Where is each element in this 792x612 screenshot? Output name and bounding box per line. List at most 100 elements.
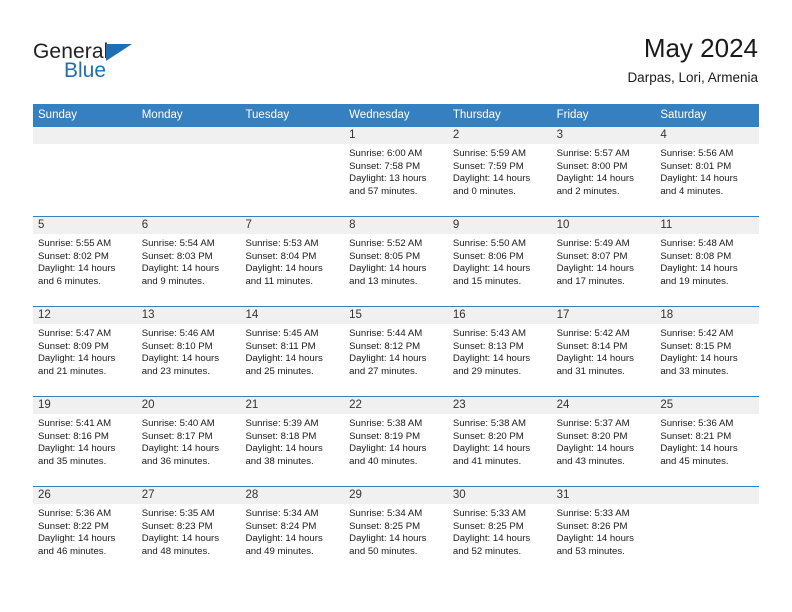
day-cell[interactable]: 26 Sunrise: 5:36 AM Sunset: 8:22 PM Dayl… xyxy=(33,487,137,576)
daylight-text-line1: Daylight: 14 hours xyxy=(556,443,634,455)
day-number: 30 xyxy=(447,487,552,504)
sunrise-text: Sunrise: 5:43 AM xyxy=(452,328,526,339)
week-row: 12 Sunrise: 5:47 AM Sunset: 8:09 PM Dayl… xyxy=(33,306,760,396)
sunset-text: Sunset: 8:19 PM xyxy=(349,430,421,442)
day-cell[interactable]: 9 Sunrise: 5:50 AM Sunset: 8:06 PM Dayli… xyxy=(447,217,552,306)
day-details: Sunrise: 5:42 AM Sunset: 8:14 PM Dayligh… xyxy=(552,324,656,378)
sunset-text: Sunset: 8:25 PM xyxy=(452,520,524,532)
sunset-text: Sunset: 8:05 PM xyxy=(349,250,421,262)
day-cell[interactable]: 21 Sunrise: 5:39 AM Sunset: 8:18 PM Dayl… xyxy=(240,397,345,486)
daylight-text-line1: Daylight: 14 hours xyxy=(349,353,427,365)
day-cell[interactable]: 13 Sunrise: 5:46 AM Sunset: 8:10 PM Dayl… xyxy=(136,307,241,396)
daylight-text-line1: Daylight: 14 hours xyxy=(556,263,634,275)
day-cell[interactable]: 20 Sunrise: 5:40 AM Sunset: 8:17 PM Dayl… xyxy=(136,397,241,486)
daylight-text-line1: Daylight: 14 hours xyxy=(660,443,738,455)
daylight-text-line1: Daylight: 14 hours xyxy=(452,443,531,455)
day-cell[interactable]: 18 Sunrise: 5:42 AM Sunset: 8:15 PM Dayl… xyxy=(655,307,760,396)
day-number: 15 xyxy=(344,307,448,324)
sunrise-text: Sunrise: 5:59 AM xyxy=(452,148,526,159)
day-details: Sunrise: 5:45 AM Sunset: 8:11 PM Dayligh… xyxy=(240,324,344,378)
day-cell[interactable] xyxy=(240,127,345,216)
daylight-text-line1: Daylight: 14 hours xyxy=(556,533,634,545)
day-cell[interactable]: 5 Sunrise: 5:55 AM Sunset: 8:02 PM Dayli… xyxy=(33,217,137,306)
day-cell[interactable]: 19 Sunrise: 5:41 AM Sunset: 8:16 PM Dayl… xyxy=(33,397,137,486)
day-number: 23 xyxy=(447,397,552,414)
day-cell[interactable]: 4 Sunrise: 5:56 AM Sunset: 8:01 PM Dayli… xyxy=(655,127,760,216)
weekday-header-monday: Monday xyxy=(141,109,183,121)
sunrise-text: Sunrise: 5:33 AM xyxy=(556,508,630,519)
day-details: Sunrise: 5:37 AM Sunset: 8:20 PM Dayligh… xyxy=(552,414,656,468)
day-cell[interactable]: 17 Sunrise: 5:42 AM Sunset: 8:14 PM Dayl… xyxy=(551,307,656,396)
day-cell[interactable] xyxy=(655,487,760,576)
day-details: Sunrise: 5:55 AM Sunset: 8:02 PM Dayligh… xyxy=(33,234,137,288)
day-cell[interactable]: 12 Sunrise: 5:47 AM Sunset: 8:09 PM Dayl… xyxy=(33,307,137,396)
sunrise-text: Sunrise: 5:36 AM xyxy=(38,508,112,519)
day-number xyxy=(655,487,760,504)
day-number: 13 xyxy=(136,307,241,324)
sunrise-text: Sunrise: 5:50 AM xyxy=(452,238,526,249)
day-cell[interactable]: 7 Sunrise: 5:53 AM Sunset: 8:04 PM Dayli… xyxy=(240,217,345,306)
daylight-text-line2: and 38 minutes. xyxy=(245,455,314,467)
title-block: May 2024 Darpas, Lori, Armenia xyxy=(627,33,758,87)
day-cell[interactable]: 6 Sunrise: 5:54 AM Sunset: 8:03 PM Dayli… xyxy=(136,217,241,306)
day-cell[interactable]: 11 Sunrise: 5:48 AM Sunset: 8:08 PM Dayl… xyxy=(655,217,760,306)
sunset-text: Sunset: 8:12 PM xyxy=(349,340,421,352)
page-header: General Blue May 2024 Darpas, Lori, Arme… xyxy=(0,0,792,104)
sunrise-text: Sunrise: 5:44 AM xyxy=(349,328,423,339)
sunset-text: Sunset: 8:24 PM xyxy=(245,520,317,532)
day-cell[interactable]: 8 Sunrise: 5:52 AM Sunset: 8:05 PM Dayli… xyxy=(344,217,448,306)
day-cell[interactable]: 27 Sunrise: 5:35 AM Sunset: 8:23 PM Dayl… xyxy=(136,487,241,576)
sunset-text: Sunset: 8:13 PM xyxy=(452,340,524,352)
day-cell[interactable]: 31 Sunrise: 5:33 AM Sunset: 8:26 PM Dayl… xyxy=(551,487,656,576)
day-details: Sunrise: 5:49 AM Sunset: 8:07 PM Dayligh… xyxy=(552,234,656,288)
daylight-text-line2: and 17 minutes. xyxy=(556,275,625,287)
day-cell[interactable]: 29 Sunrise: 5:34 AM Sunset: 8:25 PM Dayl… xyxy=(344,487,448,576)
weekday-header-sunday: Sunday xyxy=(38,109,78,121)
day-cell[interactable]: 3 Sunrise: 5:57 AM Sunset: 8:00 PM Dayli… xyxy=(551,127,656,216)
day-number: 27 xyxy=(136,487,241,504)
page-subtitle: Darpas, Lori, Armenia xyxy=(627,70,758,85)
day-details: Sunrise: 5:36 AM Sunset: 8:21 PM Dayligh… xyxy=(655,414,759,468)
daylight-text-line1: Daylight: 14 hours xyxy=(245,533,323,545)
daylight-text-line2: and 52 minutes. xyxy=(452,545,522,557)
day-cell[interactable]: 2 Sunrise: 5:59 AM Sunset: 7:59 PM Dayli… xyxy=(447,127,552,216)
calendar-grid: Sunday Monday Tuesday Wednesday Thursday… xyxy=(33,104,760,576)
day-cell[interactable] xyxy=(33,127,137,216)
day-cell[interactable]: 23 Sunrise: 5:38 AM Sunset: 8:20 PM Dayl… xyxy=(447,397,552,486)
day-cell[interactable]: 16 Sunrise: 5:43 AM Sunset: 8:13 PM Dayl… xyxy=(447,307,552,396)
sunset-text: Sunset: 8:10 PM xyxy=(141,340,213,352)
sunrise-text: Sunrise: 5:47 AM xyxy=(38,328,112,339)
daylight-text-line2: and 9 minutes. xyxy=(141,275,205,287)
day-cell[interactable]: 15 Sunrise: 5:44 AM Sunset: 8:12 PM Dayl… xyxy=(344,307,448,396)
sunset-text: Sunset: 8:14 PM xyxy=(556,340,628,352)
day-details: Sunrise: 5:56 AM Sunset: 8:01 PM Dayligh… xyxy=(655,144,759,198)
sunrise-text: Sunrise: 5:34 AM xyxy=(349,508,423,519)
day-details: Sunrise: 6:00 AM Sunset: 7:58 PM Dayligh… xyxy=(344,144,448,198)
day-details: Sunrise: 5:36 AM Sunset: 8:22 PM Dayligh… xyxy=(33,504,137,558)
day-number: 8 xyxy=(344,217,448,234)
sunrise-text: Sunrise: 6:00 AM xyxy=(349,148,423,159)
day-cell[interactable]: 25 Sunrise: 5:36 AM Sunset: 8:21 PM Dayl… xyxy=(655,397,760,486)
day-number: 3 xyxy=(551,127,656,144)
sunset-text: Sunset: 7:59 PM xyxy=(452,160,524,172)
weekday-header-friday: Friday xyxy=(556,109,589,121)
day-number: 22 xyxy=(344,397,448,414)
daylight-text-line2: and 35 minutes. xyxy=(38,455,107,467)
sunset-text: Sunset: 8:07 PM xyxy=(556,250,628,262)
day-cell[interactable]: 1 Sunrise: 6:00 AM Sunset: 7:58 PM Dayli… xyxy=(344,127,448,216)
daylight-text-line1: Daylight: 14 hours xyxy=(38,443,116,455)
daylight-text-line2: and 33 minutes. xyxy=(660,365,729,377)
sunrise-text: Sunrise: 5:56 AM xyxy=(660,148,734,159)
day-cell[interactable]: 28 Sunrise: 5:34 AM Sunset: 8:24 PM Dayl… xyxy=(240,487,345,576)
daylight-text-line2: and 43 minutes. xyxy=(556,455,625,467)
day-cell[interactable]: 30 Sunrise: 5:33 AM Sunset: 8:25 PM Dayl… xyxy=(447,487,552,576)
day-cell[interactable]: 14 Sunrise: 5:45 AM Sunset: 8:11 PM Dayl… xyxy=(240,307,345,396)
sunset-text: Sunset: 8:26 PM xyxy=(556,520,628,532)
calendar-page: General Blue May 2024 Darpas, Lori, Arme… xyxy=(0,0,792,612)
day-cell[interactable] xyxy=(136,127,241,216)
day-cell[interactable]: 10 Sunrise: 5:49 AM Sunset: 8:07 PM Dayl… xyxy=(551,217,656,306)
sunset-text: Sunset: 8:08 PM xyxy=(660,250,732,262)
day-cell[interactable]: 24 Sunrise: 5:37 AM Sunset: 8:20 PM Dayl… xyxy=(551,397,656,486)
day-details: Sunrise: 5:54 AM Sunset: 8:03 PM Dayligh… xyxy=(137,234,241,288)
day-cell[interactable]: 22 Sunrise: 5:38 AM Sunset: 8:19 PM Dayl… xyxy=(344,397,448,486)
